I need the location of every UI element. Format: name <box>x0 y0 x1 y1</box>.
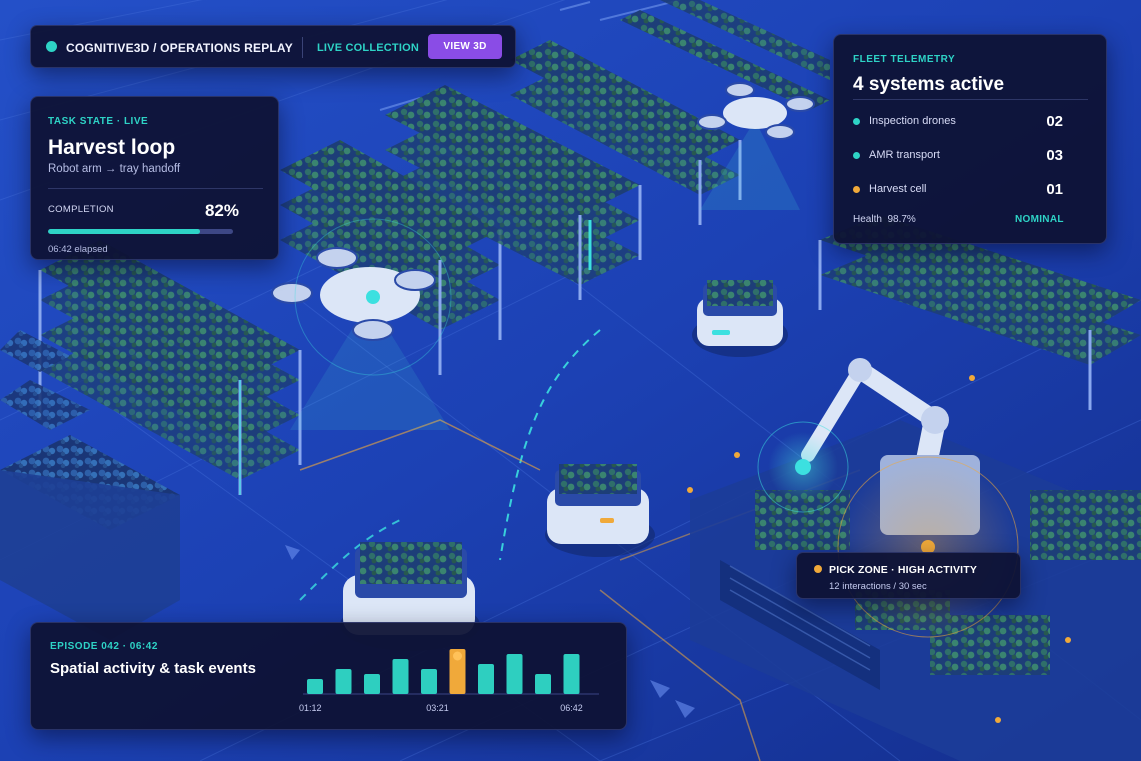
fleet-row-amr-transport[interactable]: AMR transport 03 <box>853 147 1063 165</box>
task-title: Harvest loop <box>48 136 176 159</box>
task-state-eyebrow: TASK STATE · LIVE <box>48 116 149 127</box>
fleet-title: 4 systems active <box>853 74 1005 95</box>
task-subtitle: Robot arm → tray handoff <box>48 163 181 175</box>
status-dot-icon <box>46 41 57 52</box>
chart-ticks: 01:12 03:21 06:42 <box>299 703 583 713</box>
fleet-row-name: Harvest cell <box>869 183 927 195</box>
chart-bar[interactable] <box>563 654 580 694</box>
chart-bar[interactable] <box>421 669 437 694</box>
chart-bar[interactable] <box>335 669 352 694</box>
fleet-row-count: 01 <box>1046 181 1063 198</box>
fleet-eyebrow: FLEET TELEMETRY <box>853 54 956 65</box>
chart-tick-label: 03:21 <box>426 703 449 713</box>
fleet-status-badge: NOMINAL <box>1015 214 1064 225</box>
task-divider <box>48 188 263 189</box>
episode-panel: EPISODE 042 · 06:42 Spatial activity & t… <box>30 622 627 730</box>
live-collection-link[interactable]: LIVE COLLECTION <box>317 42 419 54</box>
pick-zone-subtitle: 12 interactions / 30 sec <box>829 581 927 592</box>
fleet-row-name: Inspection drones <box>869 115 956 127</box>
view-3d-button[interactable]: VIEW 3D <box>428 34 502 59</box>
chart-bar[interactable] <box>478 664 494 694</box>
app-title: COGNITIVE3D / OPERATIONS REPLAY <box>66 41 293 55</box>
completion-progress-bar <box>48 229 233 234</box>
fleet-row-name: AMR transport <box>869 149 940 161</box>
chart-bar[interactable] <box>535 674 551 694</box>
chart-bar[interactable] <box>506 654 523 694</box>
chart-bars <box>307 649 580 694</box>
chart-bar[interactable] <box>392 659 409 694</box>
warning-dot-icon <box>814 565 822 573</box>
status-dot-icon <box>853 186 860 193</box>
event-marker-icon <box>453 651 462 661</box>
top-bar: COGNITIVE3D / OPERATIONS REPLAY LIVE COL… <box>30 25 516 68</box>
chart-bar[interactable] <box>307 679 323 694</box>
status-dot-icon <box>853 152 860 159</box>
fleet-telemetry-panel: FLEET TELEMETRY 4 systems active Inspect… <box>833 34 1107 244</box>
completion-value: 82% <box>204 201 239 220</box>
activity-bar-chart: 01:12 03:21 06:42 <box>299 649 599 713</box>
chart-tick-label: 01:12 <box>299 703 322 713</box>
chart-tick-label: 06:42 <box>560 703 583 713</box>
fleet-divider <box>853 99 1088 100</box>
episode-eyebrow: EPISODE 042 · 06:42 <box>50 641 158 652</box>
elapsed-time: 06:42 elapsed <box>48 244 108 255</box>
completion-label: COMPLETION <box>48 204 114 215</box>
fleet-row-harvest-cell[interactable]: Harvest cell 01 <box>853 181 1063 199</box>
fleet-health: Health 98.7% <box>853 214 916 225</box>
fleet-row-inspection-drones[interactable]: Inspection drones 02 <box>853 113 1063 131</box>
top-bar-divider <box>302 37 303 58</box>
fleet-row-count: 03 <box>1046 147 1063 164</box>
task-state-panel: TASK STATE · LIVE Harvest loop Robot arm… <box>30 96 279 260</box>
episode-title: Spatial activity & task events <box>50 660 256 677</box>
fleet-row-count: 02 <box>1046 113 1063 130</box>
completion-progress-fill <box>48 229 200 234</box>
pick-zone-badge[interactable]: PICK ZONE · HIGH ACTIVITY 12 interaction… <box>796 552 1021 599</box>
chart-bar[interactable] <box>364 674 380 694</box>
status-dot-icon <box>853 118 860 125</box>
pick-zone-title: PICK ZONE · HIGH ACTIVITY <box>829 564 978 576</box>
